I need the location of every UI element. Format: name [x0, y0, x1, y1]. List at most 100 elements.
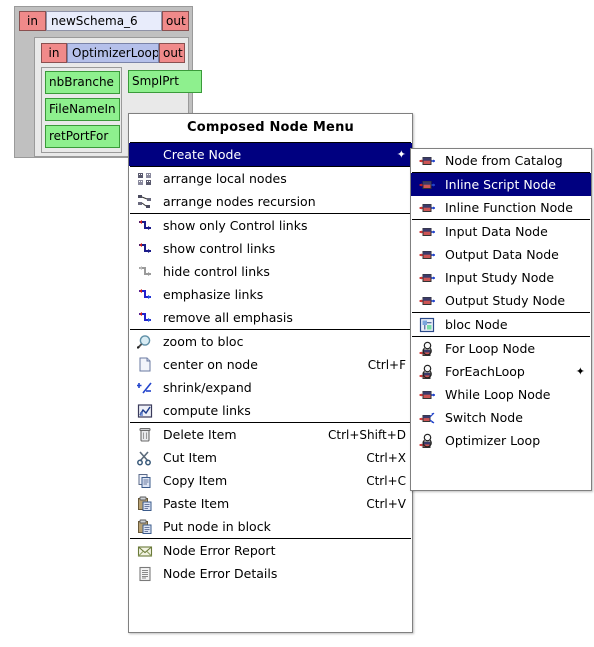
- node-icon: [419, 387, 438, 403]
- loop-out-port[interactable]: out: [159, 43, 185, 63]
- submenu-item-label: For Loop Node: [445, 341, 536, 356]
- menu-item-compute-links[interactable]: compute links: [129, 399, 412, 422]
- menu-item-shortcut: Ctrl+V: [366, 496, 406, 511]
- schema-out-port[interactable]: out: [162, 11, 189, 31]
- scissors-icon: [137, 450, 156, 466]
- port-node-smplprt[interactable]: SmplPrt: [128, 70, 202, 93]
- submenu-item-label: ForEachLoop: [445, 364, 525, 379]
- submenu-item-inline-function-node[interactable]: Inline Function Node: [411, 196, 591, 219]
- port-node-nbbranche[interactable]: nbBranche: [45, 71, 120, 94]
- submenu-item-bloc-node[interactable]: bloc Node: [411, 313, 591, 336]
- schema-node-header[interactable]: in newSchema_6 out: [19, 11, 189, 31]
- node-icon: [419, 200, 438, 216]
- menu-item-label: center on node: [163, 357, 258, 372]
- menu-item-label: emphasize links: [163, 287, 264, 302]
- submenu-item-input-data-node[interactable]: Input Data Node: [411, 220, 591, 243]
- menu-item-shortcut: Ctrl+Shift+D: [328, 427, 406, 442]
- menu-item-shortcut: Ctrl+C: [366, 473, 406, 488]
- port-node-retportfor[interactable]: retPortFor: [45, 125, 120, 148]
- switch-icon: [419, 410, 438, 426]
- menu-item-show-only-control-links[interactable]: show only Control links: [129, 214, 412, 237]
- submenu-item-label: Switch Node: [445, 410, 523, 425]
- menu-item-arrange-local-nodes[interactable]: arrange local nodes: [129, 167, 412, 190]
- menu-item-list: Create Node ✦ arrange local nodes arrange n…: [129, 143, 412, 585]
- submenu-item-inline-script-node[interactable]: Inline Script Node: [411, 173, 591, 196]
- composed-node-context-menu[interactable]: Composed Node Menu Create Node ✦ arrange l…: [128, 113, 413, 633]
- node-icon: [419, 247, 438, 263]
- menu-item-label: Create Node: [163, 147, 242, 162]
- emphasize-link-icon: [137, 310, 156, 326]
- submenu-arrow-icon: ✦: [396, 148, 406, 161]
- menu-item-emphasize-links[interactable]: emphasize links: [129, 283, 412, 306]
- submenu-item-label: Output Data Node: [445, 247, 559, 262]
- create-node-submenu[interactable]: Node from Catalog Inline Script Node Inlin…: [410, 148, 592, 491]
- menu-item-paste-item[interactable]: Paste Item Ctrl+V: [129, 492, 412, 515]
- menu-item-label: arrange nodes recursion: [163, 194, 316, 209]
- arrange-recursive-icon: [137, 194, 156, 210]
- node-icon: [419, 293, 438, 309]
- submenu-item-label: Output Study Node: [445, 293, 566, 308]
- submenu-item-list: Node from Catalog Inline Script Node Inlin…: [411, 149, 591, 452]
- submenu-item-while-loop-node[interactable]: While Loop Node: [411, 383, 591, 406]
- hide-control-link-icon: [137, 264, 156, 280]
- arrange-local-icon: [137, 171, 156, 187]
- menu-item-node-error-report[interactable]: Node Error Report: [129, 539, 412, 562]
- compute-links-icon: [137, 403, 156, 419]
- copy-icon: [137, 473, 156, 489]
- bloc-icon: [419, 317, 438, 333]
- control-link-icon: [137, 241, 156, 257]
- submenu-item-label: Input Data Node: [445, 224, 548, 239]
- node-icon: [419, 270, 438, 286]
- magnifier-icon: [137, 334, 156, 350]
- optimizer-loop-header[interactable]: in OptimizerLoop1 out: [41, 43, 185, 63]
- menu-item-arrange-nodes-recursion[interactable]: arrange nodes recursion: [129, 190, 412, 213]
- menu-item-label: Put node in block: [163, 519, 271, 534]
- menu-item-shortcut: Ctrl+F: [367, 357, 406, 372]
- menu-item-label: Delete Item: [163, 427, 237, 442]
- submenu-item-label: While Loop Node: [445, 387, 551, 402]
- submenu-item-output-study-node[interactable]: Output Study Node: [411, 289, 591, 312]
- menu-item-label: Paste Item: [163, 496, 230, 511]
- submenu-arrow-icon: ✦: [575, 365, 585, 378]
- menu-item-delete-item[interactable]: Delete Item Ctrl+Shift+D: [129, 423, 412, 446]
- submenu-item-input-study-node[interactable]: Input Study Node: [411, 266, 591, 289]
- submenu-item-label: bloc Node: [445, 317, 508, 332]
- submenu-item-for-loop-node[interactable]: For Loop Node: [411, 337, 591, 360]
- port-node-filenamein[interactable]: FileNameIn: [45, 98, 120, 121]
- document-list-icon: [137, 566, 156, 582]
- menu-item-create-node[interactable]: Create Node ✦: [129, 143, 412, 166]
- emphasize-link-icon: [137, 287, 156, 303]
- schema-in-port[interactable]: in: [19, 11, 46, 31]
- submenu-item-optimizer-loop[interactable]: Optimizer Loop: [411, 429, 591, 452]
- menu-item-node-error-details[interactable]: Node Error Details: [129, 562, 412, 585]
- menu-item-remove-all-emphasis[interactable]: remove all emphasis: [129, 306, 412, 329]
- menu-item-label: remove all emphasis: [163, 310, 293, 325]
- submenu-item-foreachloop[interactable]: ForEachLoop ✦: [411, 360, 591, 383]
- menu-item-cut-item[interactable]: Cut Item Ctrl+X: [129, 446, 412, 469]
- menu-item-label: Copy Item: [163, 473, 228, 488]
- menu-item-shrink-expand[interactable]: shrink/expand: [129, 376, 412, 399]
- menu-item-put-node-in-block[interactable]: Put node in block: [129, 515, 412, 538]
- menu-item-label: Node Error Report: [163, 543, 276, 558]
- loop-port-column: nbBranche FileNameIn retPortFor: [41, 67, 122, 153]
- menu-item-center-on-node[interactable]: center on node Ctrl+F: [129, 353, 412, 376]
- menu-item-zoom-to-bloc[interactable]: zoom to bloc: [129, 330, 412, 353]
- loop-node-title[interactable]: OptimizerLoop1: [67, 43, 159, 63]
- submenu-item-label: Optimizer Loop: [445, 433, 541, 448]
- submenu-item-output-data-node[interactable]: Output Data Node: [411, 243, 591, 266]
- page-icon: [137, 357, 156, 373]
- schema-node-title[interactable]: newSchema_6: [46, 11, 162, 31]
- submenu-item-node-from-catalog[interactable]: Node from Catalog: [411, 149, 591, 172]
- menu-title: Composed Node Menu: [187, 120, 354, 135]
- trash-icon: [137, 427, 156, 443]
- menu-item-copy-item[interactable]: Copy Item Ctrl+C: [129, 469, 412, 492]
- loop-in-port[interactable]: in: [41, 43, 67, 63]
- loop-icon: [419, 433, 438, 449]
- menu-item-shortcut: Ctrl+X: [366, 450, 406, 465]
- node-icon: [419, 224, 438, 240]
- menu-item-show-control-links[interactable]: show control links: [129, 237, 412, 260]
- submenu-item-label: Inline Script Node: [445, 177, 556, 192]
- submenu-item-label: Inline Function Node: [445, 200, 573, 215]
- submenu-item-switch-node[interactable]: Switch Node: [411, 406, 591, 429]
- menu-item-hide-control-links[interactable]: hide control links: [129, 260, 412, 283]
